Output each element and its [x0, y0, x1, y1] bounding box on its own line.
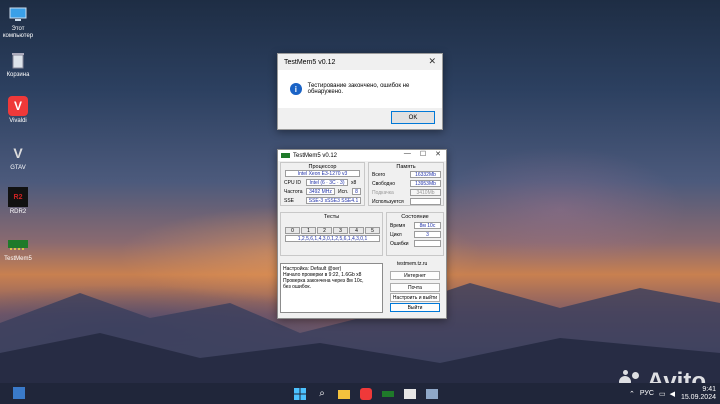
clock-date: 15.09.2024: [680, 393, 716, 401]
dialog-message: Тестирование закончено, ошибок не обнару…: [307, 83, 410, 95]
volume-icon[interactable]: ◀: [670, 390, 675, 398]
search-icon[interactable]: ⌕: [315, 387, 329, 401]
dialog-titlebar: TestMem5 v0.12 ✕: [278, 54, 442, 70]
window-titlebar: TestMem5 v0.12 — ☐ ✕: [278, 150, 446, 161]
gtav-icon: V: [13, 144, 23, 161]
cpu-name-field: Intel Xeon E3-1270 v3: [285, 170, 360, 177]
log-line: без ошибок.: [283, 284, 311, 290]
time-label: Время: [390, 223, 406, 229]
language-indicator[interactable]: РУС: [640, 390, 654, 397]
mem-used-field: [410, 198, 441, 205]
testmem-taskbar-icon[interactable]: [381, 387, 395, 401]
memory-group: Память Всего 16332Mb Свободно 13953Mb По…: [368, 162, 444, 206]
mem-used-label: Используется: [372, 199, 404, 205]
close-icon[interactable]: ✕: [435, 150, 441, 158]
memory-header: Память: [396, 164, 416, 170]
mem-paging-field: 3410Mb: [410, 189, 441, 196]
sse-field: SSE-3 sSSE3 SSE4.1: [306, 197, 361, 204]
log-box[interactable]: Настройка: Default @ser) Начало проверки…: [280, 263, 383, 313]
testmem-icon: [8, 234, 28, 254]
test-tab[interactable]: 5: [365, 227, 380, 234]
app-taskbar-icon[interactable]: [425, 387, 439, 401]
window-title: TestMem5 v0.12: [293, 152, 338, 159]
desktop-icon-testmem[interactable]: TestMem5: [0, 234, 36, 263]
info-icon: i: [290, 83, 302, 95]
testmem-window: TestMem5 v0.12 — ☐ ✕ Процессор Intel Xeo…: [277, 149, 447, 319]
chevron-up-icon[interactable]: ⌃: [629, 390, 635, 398]
desktop-icon-rdr2[interactable]: R2 RDR2: [0, 187, 36, 216]
minimize-icon[interactable]: —: [404, 150, 411, 158]
state-group: Состояние Время 8м 10с Цикл 3 Ошибки: [386, 212, 444, 256]
mem-paging-label: Подкачка: [372, 190, 394, 196]
used-field: 8: [352, 188, 361, 195]
mem-free-label: Свободно: [372, 181, 395, 187]
tests-group: Тесты 0 1 2 3 4 5 1,2,5,6,1,4,3,0,1,2,5,…: [280, 212, 383, 256]
time-field: 8м 10с: [414, 222, 441, 229]
errors-label: Ошибки: [390, 241, 409, 247]
maximize-icon[interactable]: ☐: [420, 150, 426, 158]
desktop-icon-vivaldi[interactable]: V Vivaldi: [0, 96, 36, 125]
dialog-footer: OK: [278, 108, 442, 129]
recycle-bin-icon: [8, 50, 28, 70]
desktop-icon-computer[interactable]: Этот компьютер: [0, 4, 36, 40]
test-tab[interactable]: 0: [285, 227, 300, 234]
file-explorer-icon[interactable]: [337, 387, 351, 401]
taskbar: ⌕ ⌃ РУС ▭ ◀ 9:41 15.09.2024: [0, 383, 720, 404]
test-tab[interactable]: 3: [333, 227, 348, 234]
freq-label: Частота: [284, 189, 303, 195]
desktop-icon-label: Vivaldi: [9, 118, 27, 124]
dialog-title: TestMem5 v0.12: [284, 58, 336, 66]
cpuid-field: Intel (6 · 3C · 3): [306, 179, 348, 186]
clock[interactable]: 9:41 15.09.2024: [681, 386, 716, 402]
network-icon[interactable]: ▭: [659, 390, 666, 398]
mem-total-label: Всего: [372, 172, 386, 178]
cpuid-extra: x8: [351, 180, 357, 186]
dialog-taskbar-icon[interactable]: [403, 387, 417, 401]
desktop-icon-label: Этот компьютер: [2, 26, 34, 39]
cpuid-label: CPU ID: [284, 180, 301, 186]
system-tray: ⌃ РУС ▭ ◀ 9:41 15.09.2024: [629, 383, 716, 404]
clock-time: 9:41: [702, 385, 716, 393]
processor-group: Процессор Intel Xeon E3-1270 v3 CPU ID I…: [280, 162, 365, 206]
mem-free-field: 13953Mb: [410, 180, 441, 187]
test-tab[interactable]: 2: [317, 227, 332, 234]
desktop-icon-label: TestMem5: [4, 256, 32, 262]
test-tab[interactable]: 4: [349, 227, 364, 234]
used-label: Исп.: [338, 189, 349, 195]
dialog-body: i Тестирование закончено, ошибок не обна…: [278, 70, 442, 108]
site-link[interactable]: testmem.tz.ru: [397, 261, 427, 267]
errors-field: [414, 240, 441, 247]
desktop-icon-label: GTAV: [10, 165, 26, 171]
tests-header: Тесты: [323, 214, 340, 220]
test-tab[interactable]: 1: [301, 227, 316, 234]
widgets-icon[interactable]: [12, 386, 26, 400]
ok-button[interactable]: OK: [391, 111, 435, 124]
vivaldi-taskbar-icon[interactable]: [359, 387, 373, 401]
rdr2-icon: R2: [8, 187, 28, 207]
mem-total-field: 16332Mb: [410, 171, 441, 178]
message-dialog: TestMem5 v0.12 ✕ i Тестирование закончен…: [277, 53, 443, 130]
sse-label: SSE: [284, 198, 295, 204]
settings-exit-button[interactable]: Настроить и выйти: [390, 293, 440, 302]
testmem-icon: [281, 152, 290, 158]
start-icon[interactable]: [293, 387, 307, 401]
close-icon[interactable]: ✕: [428, 56, 436, 67]
state-header: Состояние: [401, 214, 429, 220]
computer-icon: [8, 4, 28, 24]
desktop-icon-label: Корзина: [6, 72, 30, 78]
desktop-icon-recycle-bin[interactable]: Корзина: [0, 50, 36, 79]
freq-field: 3492 MHz: [306, 188, 335, 195]
test-sequence-field: 1,2,5,6,1,4,3,0,1,2,5,6,1,4,3,0,1: [285, 235, 380, 242]
internet-button[interactable]: Интернет: [390, 271, 440, 280]
exit-button[interactable]: Выйти: [390, 303, 440, 312]
cycle-field: 3: [414, 231, 441, 238]
desktop-icon-label: RDR2: [9, 209, 27, 215]
mail-button[interactable]: Почта: [390, 283, 440, 292]
processor-header: Процессор: [308, 164, 337, 170]
vivaldi-icon: V: [8, 96, 28, 116]
desktop-icon-gtav[interactable]: V GTAV: [0, 143, 36, 172]
cycle-label: Цикл: [390, 232, 402, 238]
